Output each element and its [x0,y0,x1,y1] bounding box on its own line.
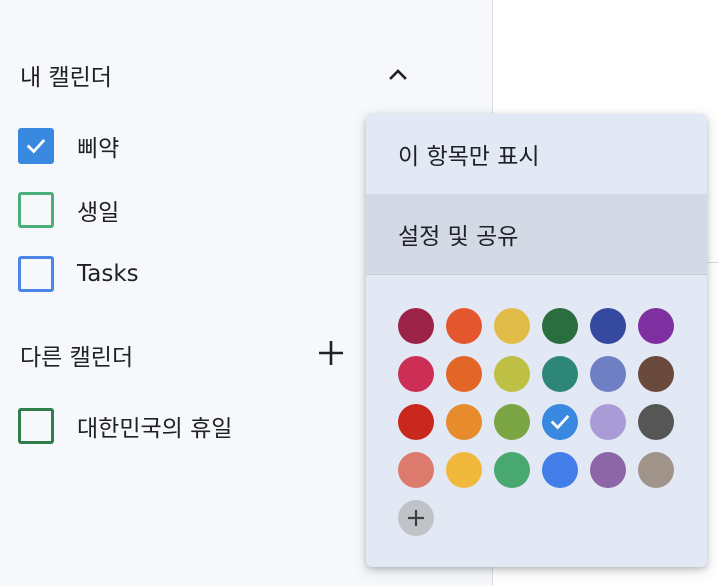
plus-icon [319,341,343,365]
color-swatch[interactable] [638,308,674,344]
calendar-item-korea-holidays[interactable]: 대한민국의 휴일 [18,408,232,444]
collapse-my-calendars-button[interactable] [378,54,418,94]
menu-item-label: 이 항목만 표시 [398,144,540,170]
color-swatch[interactable] [542,404,578,440]
calendar-label: 생일 [77,200,120,226]
plus-icon [408,510,424,526]
chevron-up-icon [389,69,407,80]
calendar-checkbox[interactable] [18,128,54,164]
color-swatch[interactable] [590,452,626,488]
color-swatch[interactable] [398,308,434,344]
other-calendars-title: 다른 캘린더 [20,345,134,371]
my-calendars-title: 내 캘린더 [20,65,112,91]
color-swatch[interactable] [590,308,626,344]
color-swatch[interactable] [494,356,530,392]
calendar-label: 대한민국의 휴일 [77,416,233,442]
checkmark-icon [550,415,570,430]
color-swatch[interactable] [590,356,626,392]
color-swatch[interactable] [638,452,674,488]
calendar-label: Tasks [77,261,139,287]
color-swatch[interactable] [494,404,530,440]
color-swatch[interactable] [398,452,434,488]
add-other-calendar-button[interactable] [311,333,351,373]
calendar-checkbox[interactable] [18,408,54,444]
color-swatch[interactable] [446,308,482,344]
menu-item-settings-sharing[interactable]: 설정 및 공유 [366,194,707,274]
menu-item-display-only[interactable]: 이 항목만 표시 [366,114,707,194]
color-swatch[interactable] [638,404,674,440]
color-swatch[interactable] [494,452,530,488]
add-custom-color-button[interactable] [398,500,434,536]
calendar-checkbox[interactable] [18,192,54,228]
calendar-item-bbiyak[interactable]: 삐약 [18,128,119,164]
calendar-options-menu: 이 항목만 표시 설정 및 공유 [366,114,707,567]
color-swatch[interactable] [638,356,674,392]
calendar-item-birthday[interactable]: 생일 [18,192,119,228]
color-swatch[interactable] [542,308,578,344]
calendar-item-tasks[interactable]: Tasks [18,256,139,292]
color-swatch[interactable] [446,404,482,440]
color-swatch[interactable] [590,404,626,440]
color-swatch[interactable] [398,404,434,440]
color-swatch[interactable] [446,356,482,392]
color-swatch[interactable] [398,356,434,392]
color-swatch[interactable] [542,452,578,488]
calendar-label: 삐약 [77,136,120,162]
checkmark-icon [26,139,46,154]
menu-item-label: 설정 및 공유 [398,224,519,250]
color-swatch[interactable] [542,356,578,392]
color-swatch[interactable] [446,452,482,488]
menu-divider [366,274,707,275]
color-swatch[interactable] [494,308,530,344]
calendar-checkbox[interactable] [18,256,54,292]
